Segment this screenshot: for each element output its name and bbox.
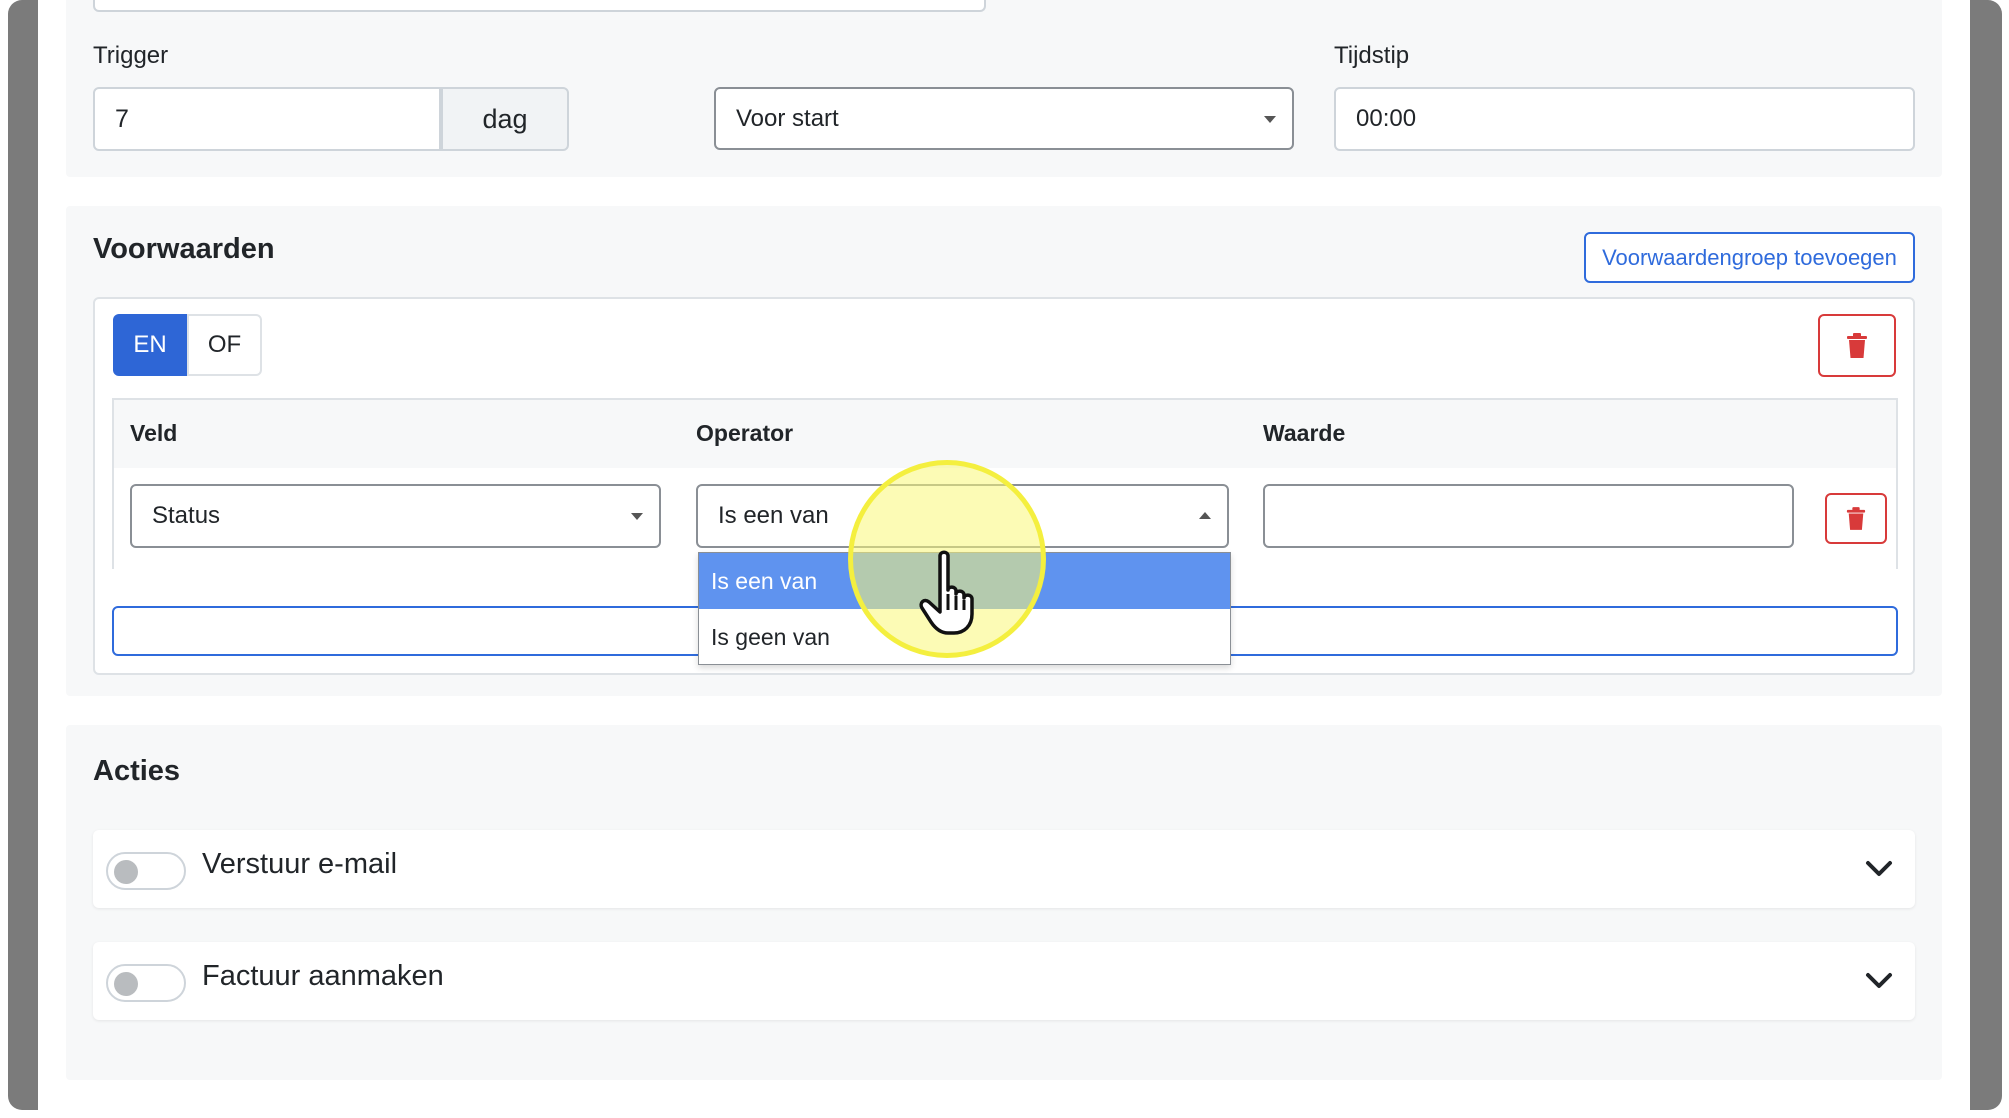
delete-condition-button[interactable] <box>1825 493 1887 544</box>
window-frame-right <box>1970 0 2002 1110</box>
window-frame-left <box>8 0 38 1110</box>
action-item-verstuur-email[interactable]: Verstuur e-mail <box>93 830 1915 908</box>
caret-up-icon <box>1199 512 1211 519</box>
action-label: Verstuur e-mail <box>202 848 398 880</box>
toggle-factuur-aanmaken[interactable] <box>106 964 186 1002</box>
trigger-relation-select[interactable]: Voor start <box>714 87 1294 150</box>
time-label: Tijdstip <box>1334 42 1410 69</box>
chevron-down-icon[interactable] <box>1865 860 1893 878</box>
toggle-verstuur-email[interactable] <box>106 852 186 890</box>
trash-icon <box>1846 506 1866 530</box>
toggle-knob <box>114 860 138 884</box>
action-item-factuur-aanmaken[interactable]: Factuur aanmaken <box>93 942 1915 1020</box>
field-select[interactable]: Status <box>130 484 661 548</box>
time-input[interactable]: 00:00 <box>1334 87 1915 151</box>
delete-group-button[interactable] <box>1818 314 1896 377</box>
add-condition-group-button[interactable]: Voorwaardengroep toevoegen <box>1584 232 1915 283</box>
column-header-veld: Veld <box>130 420 178 446</box>
caret-down-icon <box>631 513 643 520</box>
trigger-unit-addon: dag <box>441 87 569 151</box>
trigger-label: Trigger <box>93 42 169 69</box>
voorwaarden-title: Voorwaarden <box>93 233 275 265</box>
previous-field[interactable] <box>93 0 986 12</box>
acties-title: Acties <box>93 755 181 787</box>
action-label: Factuur aanmaken <box>202 960 444 992</box>
value-input[interactable] <box>1263 484 1794 548</box>
caret-down-icon <box>1264 115 1276 123</box>
chevron-down-icon[interactable] <box>1865 972 1893 990</box>
trigger-relation-value: Voor start <box>736 104 839 132</box>
pointer-hand-icon <box>919 550 974 635</box>
column-header-waarde: Waarde <box>1263 420 1346 446</box>
logic-or-button[interactable]: OF <box>187 314 262 376</box>
trigger-section: Trigger 7 dag Voor start Tijdstip 00:00 <box>66 0 1942 177</box>
trash-icon <box>1847 332 1867 358</box>
operator-select-value: Is een van <box>718 502 829 529</box>
logic-and-button[interactable]: EN <box>113 314 187 376</box>
trigger-amount-input[interactable]: 7 <box>93 87 441 151</box>
toggle-knob <box>114 972 138 996</box>
column-header-operator: Operator <box>696 420 794 446</box>
field-select-value: Status <box>152 502 221 529</box>
